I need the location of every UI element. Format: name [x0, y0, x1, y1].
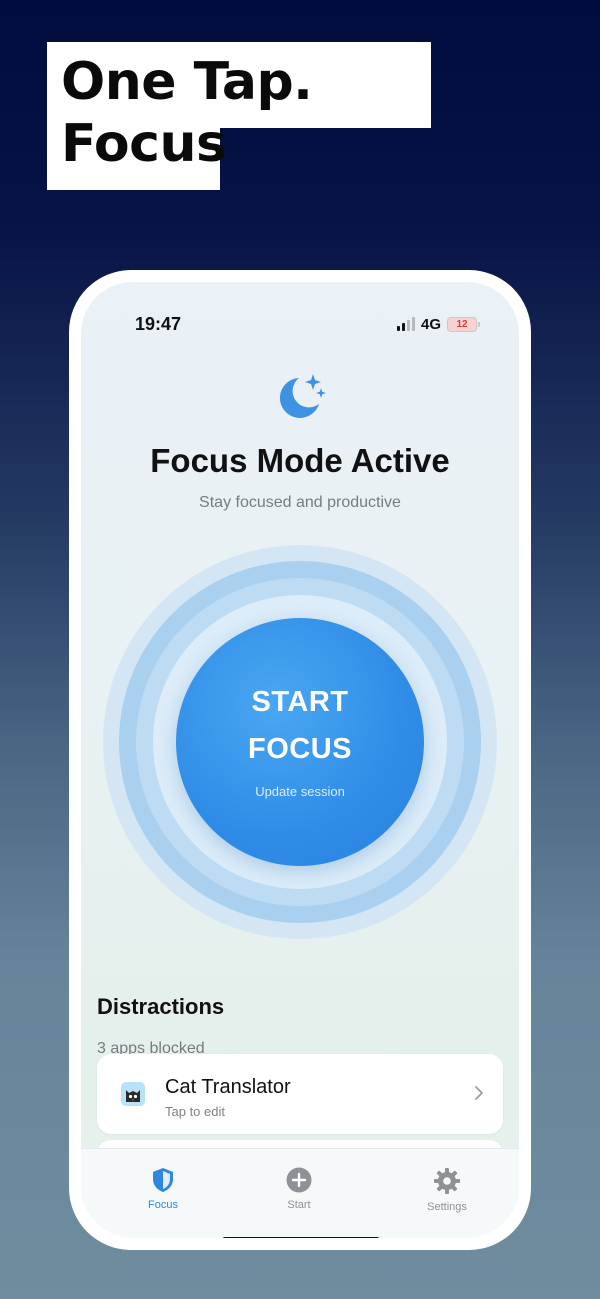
page-subtitle: Stay focused and productive: [199, 494, 401, 511]
phone-frame: 19:47 4G 12 Focus Mode Active Stay focus…: [69, 270, 531, 1250]
moon-stars-icon: [279, 374, 326, 418]
gear-icon: [434, 1168, 460, 1194]
cat-app-icon: [121, 1082, 145, 1106]
status-indicators: 4G 12: [397, 314, 481, 334]
page-title: Focus Mode Active: [150, 442, 450, 479]
battery-icon: 12: [447, 316, 481, 332]
app-subtitle: Tap to edit: [165, 1104, 225, 1119]
distractions-title: Distractions: [97, 994, 225, 1019]
tab-settings-label: Settings: [427, 1201, 467, 1213]
plus-circle-icon: [286, 1167, 312, 1193]
battery-level: 12: [456, 318, 468, 330]
list-item[interactable]: Cat Translator Tap to edit: [97, 1054, 503, 1134]
signal-icon: [397, 317, 415, 331]
home-indicator: [222, 1237, 380, 1238]
start-focus-label-line1: START: [251, 686, 349, 718]
status-time: 19:47: [135, 314, 182, 334]
tab-focus[interactable]: Focus: [113, 1167, 213, 1211]
tab-start-label: Start: [287, 1199, 311, 1211]
headline-line-2: Focus: [47, 110, 227, 190]
app-screen: 19:47 4G 12 Focus Mode Active Stay focus…: [81, 282, 519, 1238]
start-focus-sublabel: Update session: [255, 784, 345, 799]
tab-start[interactable]: Start: [249, 1167, 349, 1211]
tab-bar: Focus Start Settings: [81, 1148, 519, 1238]
start-focus-button[interactable]: START FOCUS Update session: [176, 618, 424, 866]
start-focus-label-line2: FOCUS: [248, 733, 352, 765]
app-name: Cat Translator: [165, 1076, 291, 1098]
chevron-right-icon: [475, 1086, 483, 1100]
network-type: 4G: [421, 315, 442, 333]
tab-focus-label: Focus: [148, 1199, 178, 1211]
tab-settings[interactable]: Settings: [397, 1167, 497, 1213]
shield-icon: [153, 1168, 173, 1192]
